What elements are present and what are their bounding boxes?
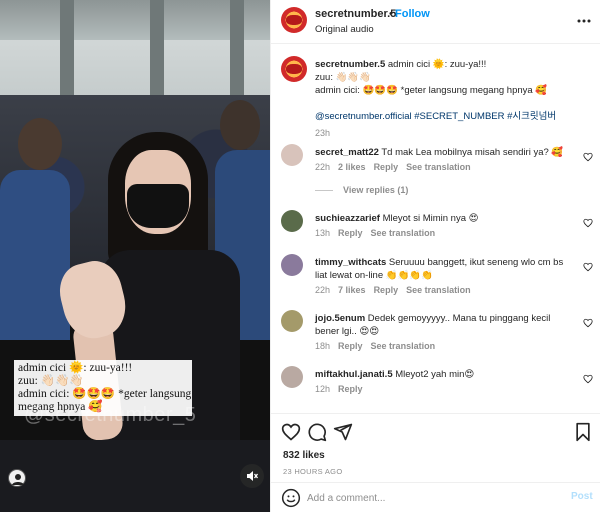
comment-text: Mleyot2 yah min😍 (395, 369, 475, 380)
share-icon[interactable] (333, 422, 353, 442)
author-username[interactable]: secretnumber.5 (315, 8, 396, 20)
comment-body: miftakhul.janati.5 Mleyot2 yah min😍 (315, 368, 565, 381)
author-avatar[interactable] (281, 7, 307, 33)
caption-text: zuu: 👋🏻👋🏻👋🏻 (315, 72, 372, 83)
comment-input[interactable] (307, 489, 547, 507)
like-count[interactable]: 832 likes (283, 450, 325, 461)
video-player[interactable]: admin cici 🌞: zuu-ya!!! zuu: 👋🏻👋🏻👋🏻 admi… (0, 0, 270, 512)
comment-heart-icon[interactable] (583, 149, 593, 162)
see-translation-button[interactable]: See translation (406, 162, 471, 172)
commenter-avatar[interactable] (281, 310, 303, 332)
commenter-avatar[interactable] (281, 366, 303, 388)
video-caption-line: zuu: 👋🏻👋🏻👋🏻 (18, 375, 84, 387)
reply-button[interactable]: Reply (338, 341, 363, 351)
post-panel: secretnumber.5 • Follow Original audio s… (270, 0, 600, 512)
caption-text: admin cici: 🤩🤩🤩 *geter langsung megang h… (315, 85, 548, 96)
caption-tags[interactable]: @secretnumber.official #SECRET_NUMBER #시… (315, 110, 585, 123)
see-translation-button[interactable]: See translation (371, 341, 436, 351)
video-frame (0, 0, 270, 512)
see-translation-button[interactable]: See translation (371, 228, 436, 238)
comment-likes[interactable]: 2 likes (338, 162, 366, 172)
comment-body: jojo.5enum Dedek gemoyyyyy.. Mana tu pin… (315, 312, 565, 338)
separator-dot: • (389, 8, 393, 20)
comment-text: Td mak Lea mobilnya misah sendiri ya? 🥰 (381, 147, 564, 158)
video-caption-line: admin cici 🌞: zuu-ya!!! (18, 362, 133, 374)
reply-button[interactable]: Reply (338, 384, 363, 394)
see-translation-button[interactable]: See translation (406, 285, 471, 295)
commenter-avatar[interactable] (281, 254, 303, 276)
comments-list[interactable]: secretnumber.5 admin cici 🌞: zuu-ya!!! z… (271, 45, 600, 413)
comment-time: 12h (315, 384, 331, 394)
comment-time: 22h (315, 162, 331, 172)
comment-meta: 12h Reply (315, 384, 371, 394)
comment-time: 13h (315, 228, 331, 238)
comment-heart-icon[interactable] (583, 215, 593, 228)
emoji-icon[interactable] (281, 488, 301, 508)
bookmark-icon[interactable] (573, 422, 593, 442)
comment-text: Mleyot si Mimin nya 😍 (382, 213, 479, 224)
comment-time: 18h (315, 341, 331, 351)
post-caption: secretnumber.5 admin cici 🌞: zuu-ya!!! z… (315, 58, 585, 140)
caption-tags-text[interactable]: @secretnumber.official #SECRET_NUMBER #시… (315, 111, 556, 122)
heart-icon[interactable] (281, 422, 301, 442)
comment-heart-icon[interactable] (583, 315, 593, 328)
more-icon[interactable] (576, 13, 592, 29)
view-replies-button[interactable]: View replies (1) (315, 185, 408, 195)
comment-meta: 22h 7 likes Reply See translation (315, 285, 479, 295)
audio-label[interactable]: Original audio (315, 24, 374, 35)
caption-avatar[interactable] (281, 56, 307, 82)
commenter-username[interactable]: suchieazzarief (315, 213, 380, 224)
post-comment-button[interactable]: Post (571, 491, 593, 502)
comment-heart-icon[interactable] (583, 371, 593, 384)
mute-icon[interactable] (240, 464, 264, 488)
commenter-avatar[interactable] (281, 144, 303, 166)
comment-icon[interactable] (307, 422, 327, 442)
comment-body: timmy_withcats Seruuuu banggett, ikut se… (315, 256, 565, 282)
comment-heart-icon[interactable] (583, 259, 593, 272)
comment-likes[interactable]: 7 likes (338, 285, 366, 295)
comment-body: secret_matt22 Td mak Lea mobilnya misah … (315, 146, 565, 159)
post-time: 23 HOURS AGO (283, 467, 343, 476)
caption-username[interactable]: secretnumber.5 (315, 59, 385, 70)
post-header: secretnumber.5 • Follow Original audio (271, 0, 600, 44)
follow-button[interactable]: Follow (395, 8, 430, 20)
video-watermark: @secretnumber_5 (24, 404, 197, 426)
comment-body: suchieazzarief Mleyot si Mimin nya 😍 (315, 212, 565, 225)
video-caption-line: admin cici: 🤩🤩🤩 *geter langsung (18, 388, 192, 400)
commenter-username[interactable]: timmy_withcats (315, 257, 386, 268)
commenter-username[interactable]: secret_matt22 (315, 147, 379, 158)
reply-button[interactable]: Reply (338, 228, 363, 238)
commenter-username[interactable]: miftakhul.janati.5 (315, 369, 393, 380)
post-actions: 832 likes 23 HOURS AGO (271, 413, 600, 483)
reply-button[interactable]: Reply (374, 285, 399, 295)
commenter-username[interactable]: jojo.5enum (315, 313, 365, 324)
reply-button[interactable]: Reply (374, 162, 399, 172)
comment-time: 22h (315, 285, 331, 295)
commenter-avatar[interactable] (281, 210, 303, 232)
caption-time: 23h (315, 128, 331, 138)
comment-meta: 18h Reply See translation (315, 341, 443, 351)
add-comment-bar: Post (271, 482, 600, 512)
comment-meta: 13h Reply See translation (315, 228, 443, 238)
caption-text: admin cici 🌞: zuu-ya!!! (385, 59, 487, 70)
comment-meta: 22h 2 likes Reply See translation (315, 162, 479, 172)
tagged-user-icon[interactable] (8, 469, 26, 487)
